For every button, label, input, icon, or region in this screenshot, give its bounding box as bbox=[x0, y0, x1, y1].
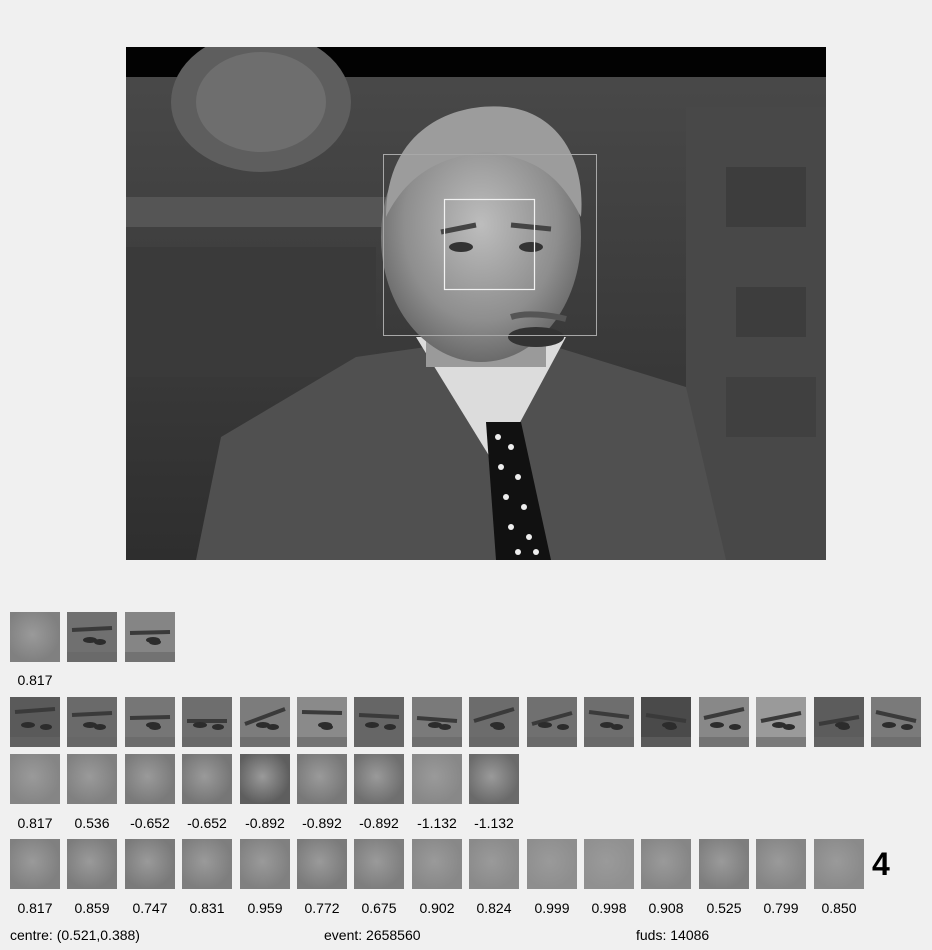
count-label: 4 bbox=[872, 846, 890, 882]
face-thumbnail bbox=[125, 839, 175, 889]
face-thumbnail bbox=[469, 697, 519, 747]
video-frame bbox=[126, 47, 826, 560]
thumbnail-score: 0.999 bbox=[534, 900, 570, 916]
face-thumbnail bbox=[182, 754, 232, 804]
face-thumbnail bbox=[584, 839, 634, 889]
face-thumbnail bbox=[240, 839, 290, 889]
face-thumbnail bbox=[240, 697, 290, 747]
portrait-photo bbox=[126, 47, 826, 560]
thumbnail-score: 0.908 bbox=[648, 900, 684, 916]
face-thumbnail bbox=[699, 839, 749, 889]
face-thumbnail bbox=[125, 697, 175, 747]
thumbnail-score: 0.536 bbox=[74, 815, 110, 831]
fuds-readout: fuds: 14086 bbox=[636, 927, 710, 943]
thumbnail-score: 0.525 bbox=[706, 900, 742, 916]
face-thumbnail bbox=[240, 754, 290, 804]
face-thumbnail bbox=[871, 697, 921, 747]
face-thumbnail bbox=[10, 839, 60, 889]
face-thumbnail bbox=[125, 612, 175, 662]
thumbnail-score: 0.998 bbox=[591, 900, 627, 916]
face-thumbnail bbox=[412, 697, 462, 747]
thumbnail-score: 0.824 bbox=[476, 900, 512, 916]
thumbnail-score: 0.817 bbox=[17, 672, 53, 688]
thumbnail-score: 0.859 bbox=[74, 900, 110, 916]
face-thumbnail bbox=[699, 697, 749, 747]
thumbnail-score: -1.132 bbox=[474, 815, 514, 831]
face-thumbnail bbox=[469, 839, 519, 889]
face-thumbnail bbox=[10, 612, 60, 662]
face-thumbnail bbox=[641, 697, 691, 747]
thumbnail-score: 0.747 bbox=[132, 900, 168, 916]
face-thumbnail bbox=[814, 839, 864, 889]
face-thumbnail bbox=[412, 754, 462, 804]
face-thumbnail bbox=[10, 697, 60, 747]
face-thumbnail bbox=[412, 839, 462, 889]
face-thumbnail bbox=[527, 697, 577, 747]
face-thumbnail bbox=[527, 839, 577, 889]
face-thumbnail bbox=[641, 839, 691, 889]
face-thumbnail bbox=[125, 754, 175, 804]
thumbnail-score: -0.652 bbox=[130, 815, 170, 831]
face-thumbnail bbox=[67, 754, 117, 804]
thumbnail-score: 0.817 bbox=[17, 900, 53, 916]
face-thumbnail bbox=[354, 697, 404, 747]
thumbnail-score: 0.799 bbox=[763, 900, 799, 916]
thumbnail-score: 0.902 bbox=[419, 900, 455, 916]
thumbnail-score: -0.892 bbox=[359, 815, 399, 831]
thumbnail-score: 0.959 bbox=[247, 900, 283, 916]
face-thumbnail bbox=[354, 754, 404, 804]
thumbnail-score: 0.817 bbox=[17, 815, 53, 831]
face-thumbnail bbox=[354, 839, 404, 889]
face-thumbnail bbox=[756, 839, 806, 889]
face-thumbnail bbox=[182, 839, 232, 889]
face-thumbnail bbox=[756, 697, 806, 747]
centre-readout: centre: (0.521,0.388) bbox=[10, 927, 140, 943]
face-thumbnail bbox=[10, 754, 60, 804]
face-thumbnail bbox=[297, 697, 347, 747]
face-thumbnail bbox=[182, 697, 232, 747]
thumbnail-score: -1.132 bbox=[417, 815, 457, 831]
thumbnail-score: -0.652 bbox=[187, 815, 227, 831]
thumbnail-score: 0.675 bbox=[361, 900, 397, 916]
face-thumbnail bbox=[584, 697, 634, 747]
event-readout: event: 2658560 bbox=[324, 927, 421, 943]
face-thumbnail bbox=[297, 754, 347, 804]
thumbnail-score: 0.772 bbox=[304, 900, 340, 916]
thumbnail-score: 0.850 bbox=[821, 900, 857, 916]
face-thumbnail bbox=[67, 697, 117, 747]
thumbnail-score: 0.831 bbox=[189, 900, 225, 916]
thumbnail-score: -0.892 bbox=[245, 815, 285, 831]
thumbnail-score: -0.892 bbox=[302, 815, 342, 831]
face-thumbnail bbox=[67, 612, 117, 662]
face-thumbnail bbox=[67, 839, 117, 889]
face-thumbnail bbox=[814, 697, 864, 747]
face-thumbnail bbox=[297, 839, 347, 889]
face-thumbnail bbox=[469, 754, 519, 804]
